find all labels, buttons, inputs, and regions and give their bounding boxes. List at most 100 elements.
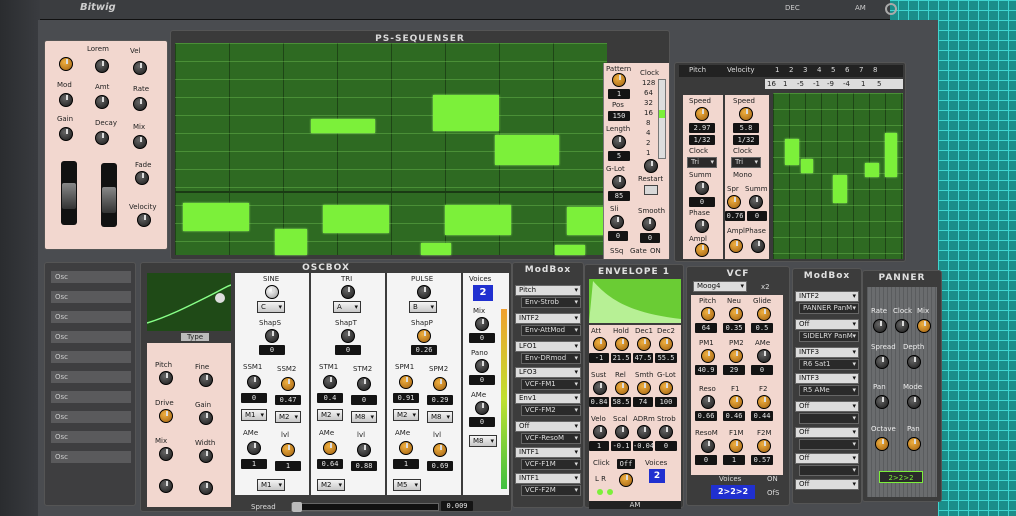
modbox-1-target[interactable]: Env-DRmod (521, 353, 581, 364)
vcf-resom-knob[interactable] (701, 439, 715, 453)
vcf-reso-knob[interactable] (701, 395, 715, 409)
modbox-1-source[interactable]: LFO1 (515, 341, 581, 352)
lfo-a-clock-dropdown[interactable]: Tri (687, 157, 717, 168)
mod-knob-2[interactable] (95, 59, 109, 73)
voices-mix-knob[interactable] (475, 317, 489, 331)
lfo-b-spr-value[interactable]: 0.76 (725, 211, 745, 221)
mini-value-8[interactable]: 5 (877, 80, 881, 88)
velo-knob[interactable] (593, 425, 607, 439)
modbox-2-target[interactable]: R5 AMe (799, 385, 859, 396)
step-cell[interactable] (183, 203, 249, 231)
modbox-1-source[interactable]: Pitch (515, 285, 581, 296)
spm1-value[interactable]: 0.91 (393, 393, 419, 403)
modbox-2-source[interactable]: INTF2 (795, 291, 859, 302)
osc-drive-knob[interactable] (159, 409, 173, 423)
modbox-2-source[interactable]: Off (795, 427, 859, 438)
step-grid[interactable] (175, 43, 607, 255)
tri-m2-dropdown[interactable]: M8 (351, 411, 377, 423)
lfo-a-phase-knob[interactable] (695, 219, 709, 233)
hold-knob[interactable] (615, 337, 629, 351)
ssm1-knob[interactable] (247, 375, 261, 389)
vcf-pm1-value[interactable]: 40.9 (695, 365, 717, 375)
mod-fader-1-handle[interactable] (62, 183, 76, 209)
velocity-cell[interactable] (785, 139, 799, 165)
smooth-knob[interactable] (642, 217, 656, 231)
mod-fader-1[interactable] (61, 161, 77, 225)
sine-shap-knob[interactable] (265, 329, 279, 343)
tab-pitch[interactable]: Pitch (689, 66, 706, 74)
sine-wave-knob[interactable] (265, 285, 279, 299)
modbox-1-source[interactable]: INTF1 (515, 473, 581, 484)
panner-pan2-knob[interactable] (907, 437, 921, 451)
osc-extra-knob-2[interactable] (199, 481, 213, 495)
vcf-type-dropdown[interactable]: Moog4 (693, 281, 747, 292)
vcf-f2-knob[interactable] (757, 395, 771, 409)
step-cell[interactable] (275, 229, 307, 255)
lfo-b-phase-knob[interactable] (751, 239, 765, 253)
osc-width-knob[interactable] (199, 449, 213, 463)
vcf-reso-value[interactable]: 0.66 (695, 411, 717, 421)
tri-wave-dropdown[interactable]: A (333, 301, 361, 313)
sust-value[interactable]: 0.84 (589, 397, 609, 407)
sust-knob[interactable] (593, 381, 607, 395)
mini-value-6[interactable]: -4 (843, 80, 850, 88)
power-icon[interactable] (885, 3, 897, 15)
pulse-bottom-dropdown[interactable]: M5 (393, 479, 421, 491)
osc-fine-knob[interactable] (199, 373, 213, 387)
mini-value-1[interactable]: 16 (767, 80, 776, 88)
vcf-pm1-knob[interactable] (701, 349, 715, 363)
modbox-1-target[interactable]: VCF-F1M (521, 459, 581, 470)
mod-fader-2-handle[interactable] (102, 187, 116, 213)
spread-value[interactable]: 0.009 (441, 501, 473, 511)
osc-list-item[interactable]: Osc (51, 451, 131, 463)
smooth-value[interactable]: 0 (640, 233, 660, 243)
lfo-a-summ-value[interactable]: 0 (689, 197, 715, 207)
mini-value-3[interactable]: -5 (797, 80, 804, 88)
tri-shap-value[interactable]: 0 (335, 345, 361, 355)
glot-value[interactable]: 85 (608, 191, 630, 201)
vcf-f1m-knob[interactable] (729, 439, 743, 453)
pattern-knob[interactable] (612, 73, 626, 87)
lfo-b-speed-knob[interactable] (739, 107, 753, 121)
spm1-knob[interactable] (399, 375, 413, 389)
sine-ame-knob[interactable] (247, 441, 261, 455)
vcf-f2-value[interactable]: 0.44 (751, 411, 773, 421)
tri-ame-value[interactable]: 0.64 (317, 459, 343, 469)
velo-value[interactable]: 1 (589, 441, 609, 451)
panner-spread-knob[interactable] (875, 355, 889, 369)
modbox-1-target[interactable]: VCF-FM2 (521, 405, 581, 416)
voices-pano-value[interactable]: 0 (469, 375, 495, 385)
velocity-cell[interactable] (885, 133, 897, 177)
voices-ame-knob[interactable] (475, 401, 489, 415)
stm1-knob[interactable] (323, 375, 337, 389)
sli-value[interactable]: 0 (608, 231, 628, 241)
sine-bottom-dropdown[interactable]: M1 (257, 479, 285, 491)
pulse-ame-value[interactable]: 1 (393, 459, 419, 469)
pulse-ame-knob[interactable] (399, 441, 413, 455)
lfo-b-clock-dropdown[interactable]: Tri (731, 157, 761, 168)
voices-pano-knob[interactable] (475, 359, 489, 373)
pattern-value[interactable]: 1 (608, 89, 630, 99)
modbox-1-source[interactable]: LFO3 (515, 367, 581, 378)
panner-clock-knob[interactable] (895, 319, 909, 333)
lfo-a-speed-value[interactable]: 2.97 (689, 123, 715, 133)
step-cell[interactable] (311, 119, 375, 133)
vcf-f2m-value[interactable]: 0.57 (751, 455, 773, 465)
modbox-1-source[interactable]: Off (515, 421, 581, 432)
modbox-1-target[interactable]: VCF-F2M (521, 485, 581, 496)
restart-knob[interactable] (644, 159, 658, 173)
panner-mode-knob[interactable] (907, 395, 921, 409)
rel-knob[interactable] (615, 381, 629, 395)
step-cell[interactable] (421, 243, 451, 255)
modbox-2-target[interactable]: R6 Sat1 (799, 359, 859, 370)
strob-knob[interactable] (659, 425, 673, 439)
mod-fader-2[interactable] (101, 163, 117, 227)
tri-shap-knob[interactable] (341, 329, 355, 343)
modbox-2-target[interactable] (799, 465, 859, 476)
lfo-b-rate[interactable]: 1/32 (733, 135, 759, 145)
modbox-1-target[interactable]: VCF-FM1 (521, 379, 581, 390)
att-value[interactable]: -1 (589, 353, 609, 363)
osc-gain-knob[interactable] (199, 411, 213, 425)
lfo-a-summ-knob[interactable] (695, 181, 709, 195)
restart-button[interactable] (644, 185, 658, 195)
